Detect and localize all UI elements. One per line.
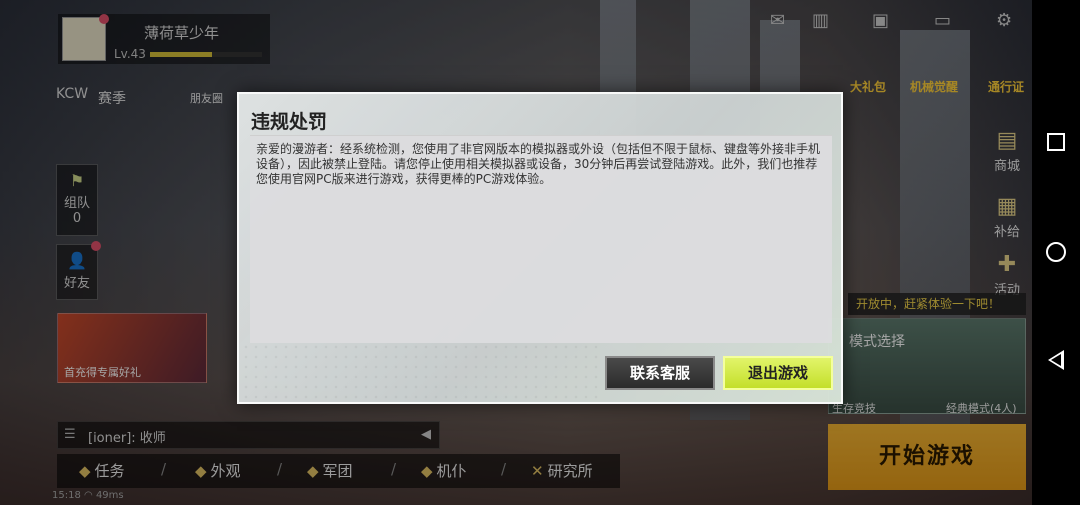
home-button[interactable] bbox=[1032, 242, 1080, 266]
exit-game-button[interactable]: 退出游戏 bbox=[723, 356, 833, 390]
circle-icon bbox=[1046, 242, 1066, 262]
violation-dialog: 违规处罚 亲爱的漫游者：经系统检测，您使用了非官网版本的模拟器或外设（包括但不限… bbox=[237, 92, 843, 404]
android-nav-bar bbox=[1032, 0, 1080, 505]
dialog-message: 亲爱的漫游者：经系统检测，您使用了非官网版本的模拟器或外设（包括但不限于鼠标、键… bbox=[250, 135, 832, 343]
dialog-title: 违规处罚 bbox=[251, 111, 328, 133]
contact-support-button[interactable]: 联系客服 bbox=[605, 356, 715, 390]
back-button[interactable] bbox=[1032, 350, 1080, 374]
recent-apps-button[interactable] bbox=[1032, 133, 1080, 155]
back-triangle-icon bbox=[1048, 350, 1064, 370]
square-icon bbox=[1047, 133, 1065, 151]
dialog-footer-pattern bbox=[241, 342, 601, 400]
